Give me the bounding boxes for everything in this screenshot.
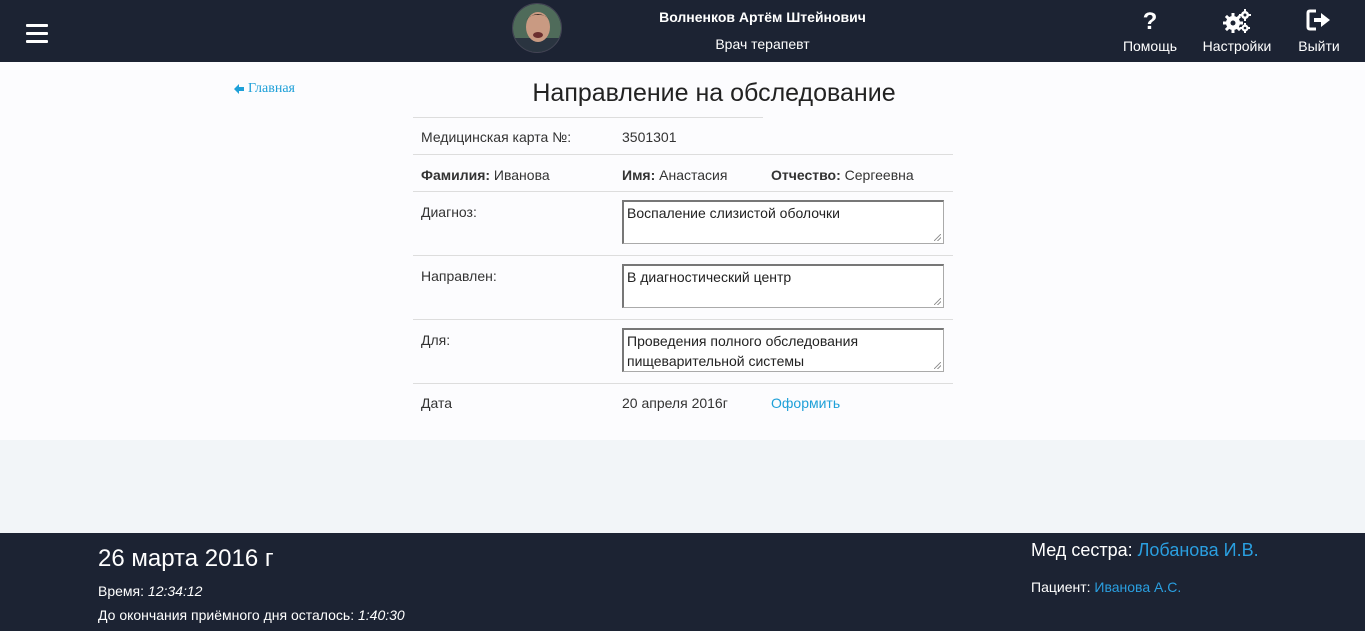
resize-grip-icon[interactable] bbox=[934, 298, 941, 305]
help-button[interactable]: ? Помощь bbox=[1120, 8, 1180, 54]
patronymic-label: Отчество: bbox=[771, 167, 841, 183]
current-date: 26 марта 2016 г bbox=[98, 545, 274, 572]
diagnosis-textarea[interactable]: Воспаление слизистой оболочки bbox=[622, 200, 944, 244]
resize-grip-icon[interactable] bbox=[934, 362, 941, 369]
name-field: Имя: Анастасия bbox=[622, 167, 727, 183]
purpose-text: Проведения полного обследования пищевари… bbox=[627, 333, 859, 369]
svg-text:?: ? bbox=[1143, 8, 1158, 32]
home-link-label: Главная bbox=[248, 81, 295, 96]
avatar bbox=[512, 3, 562, 53]
logout-button[interactable]: Выйти bbox=[1293, 8, 1345, 54]
name-value: Анастасия bbox=[659, 167, 728, 183]
surname-value: Иванова bbox=[493, 167, 550, 183]
top-bar: Волненков Артём Штейнович Врач терапевт … bbox=[0, 0, 1365, 62]
settings-button[interactable]: Настройки bbox=[1199, 8, 1275, 54]
referred-label: Направлен: bbox=[421, 268, 497, 284]
surname-field: Фамилия: Иванова bbox=[421, 167, 550, 183]
card-number: 3501301 bbox=[622, 129, 677, 145]
remaining-value: 1:40:30 bbox=[357, 607, 405, 623]
nurse-info: Мед сестра: Лобанова И.В. bbox=[1031, 540, 1259, 561]
referred-text: В диагностический центр bbox=[627, 269, 792, 285]
user-name: Волненков Артём Штейнович bbox=[659, 9, 866, 25]
submit-link[interactable]: Оформить bbox=[771, 395, 840, 411]
patient-label: Пациент: bbox=[1031, 579, 1091, 595]
settings-label: Настройки bbox=[1202, 38, 1272, 54]
card-label: Медицинская карта №: bbox=[421, 129, 572, 145]
date-value: 20 апреля 2016г bbox=[622, 395, 728, 411]
diagnosis-text: Воспаление слизистой оболочки bbox=[627, 205, 840, 221]
main-content: Главная Направление на обследование Меди… bbox=[0, 62, 1365, 440]
remaining-label: До окончания приёмного дня осталось: bbox=[98, 607, 355, 623]
gears-icon bbox=[1199, 8, 1275, 34]
fio-row: Фамилия: Иванова Имя: Анастасия Отчество… bbox=[413, 154, 953, 191]
patronymic-field: Отчество: Сергеевна bbox=[771, 167, 914, 183]
current-time: Время: 12:34:12 bbox=[98, 583, 202, 599]
date-row: Дата 20 апреля 2016г Оформить bbox=[413, 383, 953, 423]
date-label: Дата bbox=[421, 395, 453, 411]
referred-row: Направлен: В диагностический центр bbox=[413, 255, 953, 319]
diagnosis-row: Диагноз: Воспаление слизистой оболочки bbox=[413, 191, 953, 255]
remaining-time: До окончания приёмного дня осталось: 1:4… bbox=[98, 607, 405, 623]
patient-link[interactable]: Иванова А.С. bbox=[1094, 579, 1181, 595]
page-title: Направление на обследование bbox=[532, 79, 896, 107]
question-icon: ? bbox=[1120, 8, 1180, 35]
time-label: Время: bbox=[98, 583, 145, 599]
purpose-row: Для: Проведения полного обследования пищ… bbox=[413, 319, 953, 383]
patronymic-value: Сергеевна bbox=[844, 167, 914, 183]
card-row: Медицинская карта №: 3501301 bbox=[413, 117, 953, 154]
help-label: Помощь bbox=[1122, 38, 1178, 54]
nurse-label: Мед сестра: bbox=[1031, 540, 1133, 560]
nurse-link[interactable]: Лобанова И.В. bbox=[1138, 540, 1259, 560]
sign-out-icon bbox=[1293, 8, 1345, 34]
footer: 26 марта 2016 г Время: 12:34:12 До оконч… bbox=[0, 533, 1365, 631]
logout-label: Выйти bbox=[1298, 38, 1340, 54]
surname-label: Фамилия: bbox=[421, 167, 491, 183]
home-link[interactable]: Главная bbox=[233, 81, 295, 97]
diagnosis-label: Диагноз: bbox=[421, 204, 477, 220]
purpose-textarea[interactable]: Проведения полного обследования пищевари… bbox=[622, 328, 944, 372]
arrow-left-icon bbox=[234, 84, 244, 94]
referred-textarea[interactable]: В диагностический центр bbox=[622, 264, 944, 308]
menu-icon[interactable] bbox=[26, 24, 48, 44]
patient-info: Пациент: Иванова А.С. bbox=[1031, 579, 1181, 595]
time-value: 12:34:12 bbox=[147, 583, 203, 599]
purpose-label: Для: bbox=[421, 332, 451, 348]
user-role: Врач терапевт bbox=[715, 36, 810, 52]
name-label: Имя: bbox=[622, 167, 656, 183]
resize-grip-icon[interactable] bbox=[934, 234, 941, 241]
